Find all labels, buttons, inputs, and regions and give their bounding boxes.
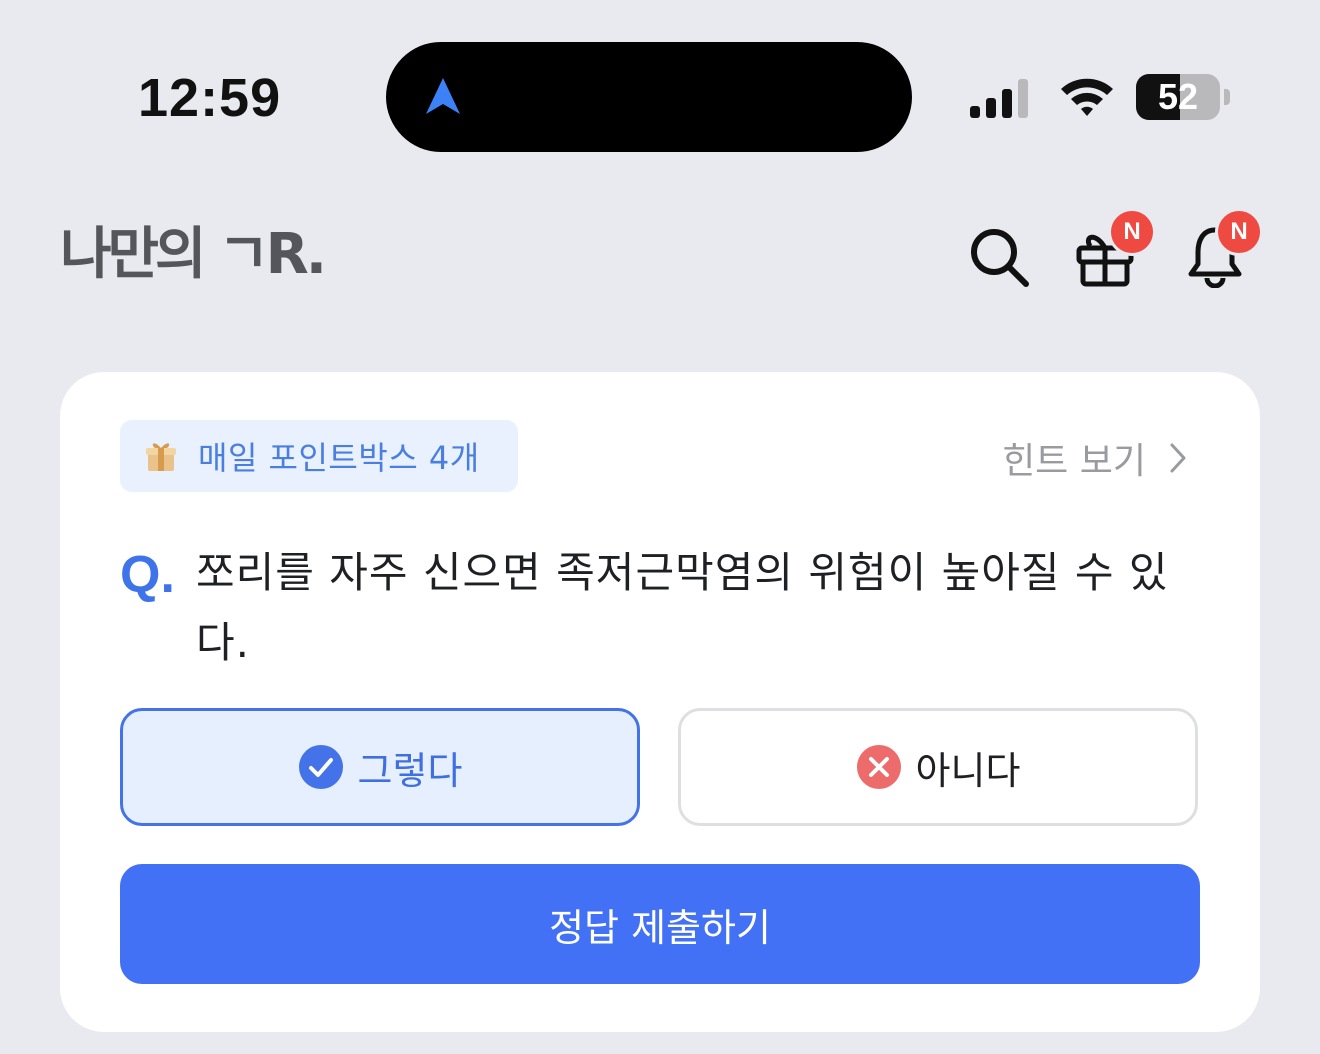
wifi-icon — [1061, 78, 1113, 116]
x-circle-icon — [856, 745, 901, 789]
app-logo[interactable]: 나만의 ㄱR. — [60, 222, 327, 288]
question-text: 쪼리를 자주 신으면 족저근막염의 위험이 높아질 수 있다. — [196, 548, 1169, 667]
chevron-right-icon — [1170, 443, 1186, 473]
gift-box-icon — [146, 443, 176, 471]
quiz-card: 매일 포인트박스 4개 힌트 보기 Q. 쪼리를 자주 신으면 족저근막염의 위… — [60, 372, 1260, 1032]
daily-pointbox-chip[interactable]: 매일 포인트박스 4개 — [120, 420, 518, 492]
answer-yes-button[interactable]: 그렇다 — [120, 708, 640, 826]
answer-no-button[interactable]: 아니다 — [678, 708, 1198, 826]
dynamic-island — [386, 42, 912, 152]
hint-link[interactable]: 힌트 보기 — [1002, 432, 1188, 484]
location-arrow-icon — [426, 78, 460, 114]
battery-level: 52 — [1157, 76, 1199, 117]
hint-label: 힌트 보기 — [1002, 441, 1146, 482]
search-icon[interactable] — [966, 224, 1032, 290]
answer-yes-label: 그렇다 — [357, 748, 463, 793]
answer-no-label: 아니다 — [915, 748, 1021, 793]
question-marker: Q. — [120, 546, 175, 604]
bell-badge: N — [1215, 208, 1263, 256]
check-circle-icon — [298, 745, 343, 789]
pointbox-label: 매일 포인트박스 4개 — [198, 439, 480, 477]
submit-answer-button[interactable]: 정답 제출하기 — [120, 864, 1200, 984]
gift-badge: N — [1108, 208, 1156, 256]
battery-indicator: 52 — [1136, 74, 1230, 120]
status-time: 12:59 — [138, 68, 282, 128]
cellular-signal-icon — [970, 79, 1028, 118]
